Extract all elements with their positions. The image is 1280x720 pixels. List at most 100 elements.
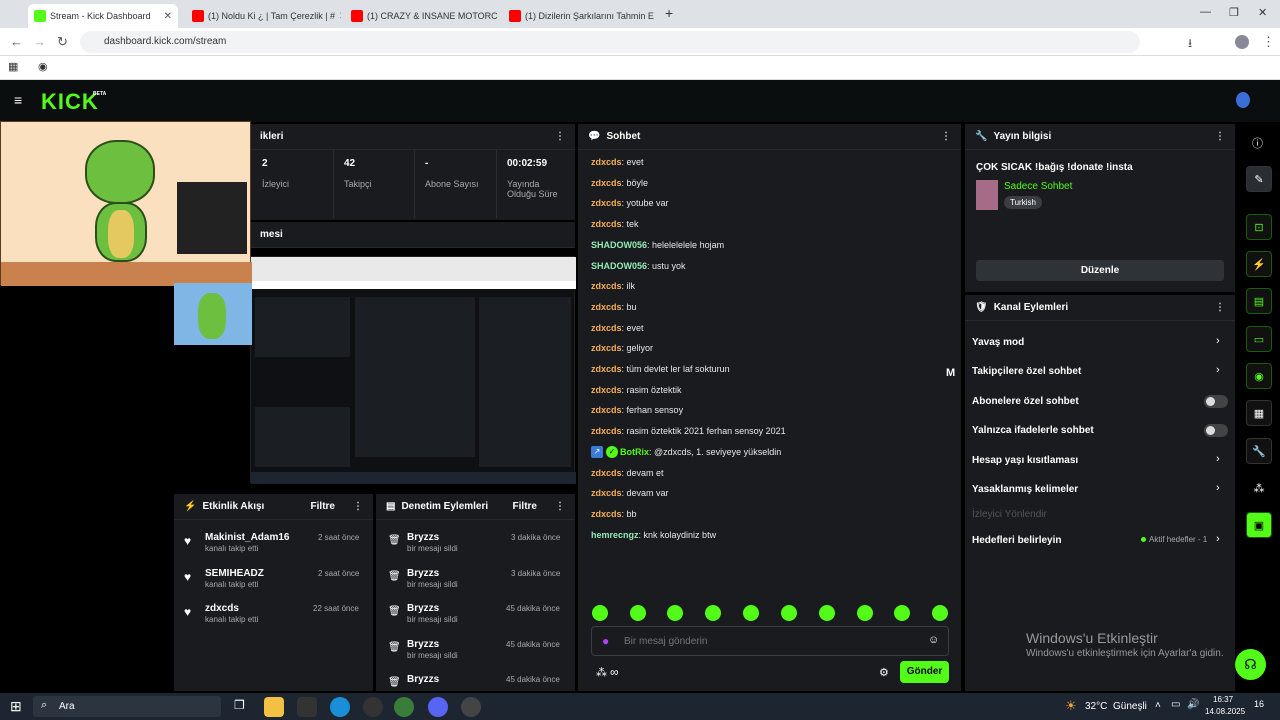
network-icon[interactable]: ▭ [1171, 699, 1180, 710]
chevron-right-icon[interactable]: › [1216, 533, 1220, 545]
tab-youtube-2[interactable]: (1) CRAZY & INSANE MOTORC ✕ [345, 4, 500, 28]
chat-username[interactable]: hemrecngz [591, 530, 639, 540]
action-followers-only[interactable]: Takipçilere özel sohbet [972, 366, 1081, 377]
chat-username[interactable]: zdxcds [591, 219, 622, 229]
send-button[interactable]: Gönder [900, 661, 949, 683]
lightning-icon[interactable]: ⚡ [1246, 251, 1272, 277]
emoji-picker-icon[interactable]: ☺ [928, 634, 939, 646]
more-options-icon[interactable]: ⋮ [1215, 131, 1225, 142]
chat-username[interactable]: zdxcds [591, 157, 622, 167]
file-explorer-icon[interactable] [264, 697, 284, 717]
close-window-icon[interactable]: ✕ [1258, 6, 1267, 19]
edit-stream-button[interactable]: Düzenle [976, 260, 1224, 281]
action-slow-mode[interactable]: Yavaş mod [972, 337, 1024, 348]
close-tab-icon[interactable]: ✕ [164, 11, 172, 22]
url-field[interactable]: dashboard.kick.com/stream [80, 31, 1140, 53]
subscribers-only-toggle[interactable] [1204, 395, 1228, 408]
nodes-icon[interactable]: ⁂ [1246, 475, 1272, 501]
apps-grid-icon[interactable]: ▦ [8, 60, 18, 73]
emote-icon[interactable] [743, 605, 759, 621]
reload-icon[interactable]: ↻ [57, 34, 68, 50]
moderation-filter-button[interactable]: Filtre [513, 501, 537, 512]
chat-username[interactable]: zdxcds [591, 343, 622, 353]
category-link[interactable]: Sadece Sohbet [1004, 181, 1072, 192]
task-view-icon[interactable]: ❐ [234, 698, 245, 712]
tab-youtube-3[interactable]: (1) Dizilerin Şarkılarını Tahmin E ✕ [503, 4, 658, 28]
minimize-icon[interactable]: — [1200, 6, 1211, 18]
action-set-goals[interactable]: Hedefleri belirleyin [972, 535, 1061, 546]
more-options-icon[interactable]: ⋮ [555, 501, 565, 512]
info-icon[interactable]: ⓘ [1252, 135, 1263, 151]
volume-icon[interactable]: 🔊 [1187, 699, 1199, 710]
more-options-icon[interactable]: ⋮ [555, 131, 565, 142]
more-options-icon[interactable]: ⋮ [941, 131, 951, 142]
chat-username[interactable]: zdxcds [591, 323, 622, 333]
close-tab-icon[interactable]: ✕ [339, 11, 341, 22]
chevron-right-icon[interactable]: › [1216, 453, 1220, 465]
notification-badge[interactable]: 16 [1254, 699, 1264, 709]
windows-start-icon[interactable]: ⊞ [10, 698, 22, 715]
more-options-icon[interactable]: ⋮ [1215, 302, 1225, 313]
emote-icon[interactable] [932, 605, 948, 621]
taskbar-search[interactable]: ⌕ Ara [33, 696, 221, 717]
points-icon[interactable]: ⁂ [596, 666, 607, 679]
user-avatar[interactable] [1236, 92, 1250, 108]
emotes-only-toggle[interactable] [1204, 424, 1228, 437]
emote-icon[interactable] [705, 605, 721, 621]
new-tab-button[interactable]: + [665, 5, 673, 21]
chat-username[interactable]: zdxcds [591, 302, 622, 312]
support-chat-icon[interactable]: ☊ [1235, 649, 1266, 680]
action-account-age[interactable]: Hesap yaşı kısıtlaması [972, 455, 1078, 466]
chrome-icon[interactable] [394, 697, 414, 717]
microphone-icon[interactable]: ● [602, 634, 609, 648]
pencil-icon[interactable]: ✎ [1246, 166, 1272, 192]
tab-youtube-1[interactable]: (1) Noldu Ki ¿ | Tam Çerezlik | # ✕ [186, 4, 341, 28]
chat-username[interactable]: SHADOW056 [591, 240, 647, 250]
chat-username[interactable]: zdxcds [591, 198, 622, 208]
layout-icon[interactable]: ▦ [1246, 400, 1272, 426]
obs-icon[interactable] [461, 697, 481, 717]
hamburger-menu-icon[interactable]: ≡ [14, 92, 22, 108]
chevron-right-icon[interactable]: › [1216, 364, 1220, 376]
globe-icon[interactable]: ◉ [38, 60, 48, 73]
wrench-icon[interactable]: 🔧 [1246, 438, 1272, 464]
emote-icon[interactable] [894, 605, 910, 621]
chat-username[interactable]: zdxcds [591, 405, 622, 415]
screenshot-icon[interactable]: ⊡ [1246, 214, 1272, 240]
emote-icon[interactable] [592, 605, 608, 621]
chat-username[interactable]: zdxcds [591, 364, 622, 374]
settings-gear-icon[interactable]: ⚙ [879, 666, 889, 679]
restore-icon[interactable]: ❐ [1229, 6, 1239, 19]
chat-username[interactable]: zdxcds [591, 488, 622, 498]
forward-icon[interactable]: → [33, 34, 46, 49]
chat-input-box[interactable]: ● ☺ [591, 626, 949, 656]
chat-message-input[interactable] [624, 632, 914, 650]
download-icon[interactable]: ⭳ [1188, 34, 1192, 55]
tab-kick-dashboard[interactable]: Stream - Kick Dashboard ✕ [28, 4, 178, 28]
clapperboard-icon[interactable]: ▣ [1246, 512, 1272, 538]
chat-username[interactable]: BotRix [620, 447, 649, 457]
back-icon[interactable]: ← [10, 34, 23, 49]
emote-icon[interactable] [781, 605, 797, 621]
action-banned-words[interactable]: Yasaklanmış kelimeler [972, 484, 1078, 495]
tray-chevron-icon[interactable]: ˄ [1155, 700, 1161, 711]
chat-username[interactable]: zdxcds [591, 509, 622, 519]
settings-icon[interactable] [363, 697, 383, 717]
stream-preview[interactable] [250, 256, 576, 484]
chat-username[interactable]: zdxcds [591, 281, 622, 291]
emote-icon[interactable] [667, 605, 683, 621]
chevron-right-icon[interactable]: › [1216, 335, 1220, 347]
app-icon[interactable] [297, 697, 317, 717]
chat-username[interactable]: SHADOW056 [591, 261, 647, 271]
more-options-icon[interactable]: ⋮ [353, 501, 363, 512]
emote-icon[interactable] [630, 605, 646, 621]
chat-username[interactable]: zdxcds [591, 426, 622, 436]
menu-icon[interactable]: ⋮ [1262, 34, 1275, 50]
kick-logo[interactable]: KICK [41, 89, 99, 115]
chevron-right-icon[interactable]: › [1216, 482, 1220, 494]
profile-avatar[interactable] [1235, 35, 1249, 49]
chat-username[interactable]: zdxcds [591, 468, 622, 478]
edge-icon[interactable] [330, 697, 350, 717]
document-icon[interactable]: ▤ [1246, 288, 1272, 314]
broadcast-icon[interactable]: ◉ [1246, 363, 1272, 389]
